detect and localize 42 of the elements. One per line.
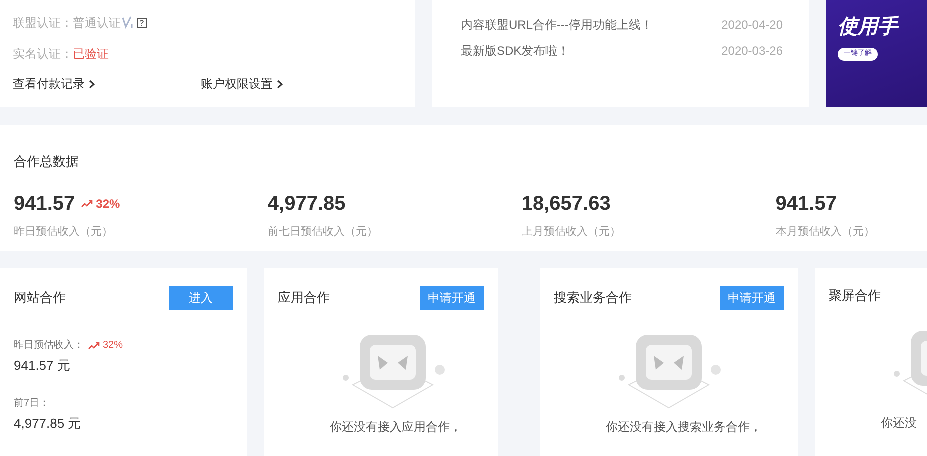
trend-text: 32%	[88, 338, 124, 353]
stat-label: 前七日预估收入（元）	[268, 224, 378, 240]
help-icon	[137, 18, 147, 28]
metric-label: 昨日预估收入：	[14, 338, 84, 353]
metric-value: 941.57 元	[14, 357, 70, 375]
trend-text: 32%	[81, 194, 120, 212]
stat-label: 本月预估收入（元）	[776, 224, 875, 240]
card-button[interactable]: 申请开通	[420, 286, 484, 310]
card-title: 网站合作	[14, 289, 66, 308]
row-label: 实名认证：	[13, 46, 73, 62]
stat-value: 18,657.63	[522, 192, 611, 216]
card-button[interactable]: 申请开通	[720, 286, 784, 310]
panel-title: 合作总数据	[14, 153, 79, 171]
card-title: 搜索业务合作	[554, 289, 632, 308]
metric-value: 4,977.85 元	[14, 414, 82, 432]
trend-up-icon	[88, 342, 100, 350]
card-button[interactable]: 进入	[169, 286, 233, 310]
news-date: 2020-03-26	[722, 43, 783, 60]
stat-value: 941.57	[776, 192, 837, 216]
empty-message: 你还没有接入搜索业务合作，	[606, 419, 762, 436]
banner-title: 使用手	[838, 15, 898, 40]
nav-link[interactable]: 查看付款记录	[13, 75, 201, 93]
card-title: 聚屏合作	[829, 287, 881, 305]
trend-up-icon	[81, 200, 94, 208]
news-date: 2020-04-20	[722, 17, 783, 34]
metric-label: 前7日：	[14, 396, 50, 410]
empty-message: 你还没	[881, 414, 917, 432]
chevron-right-icon	[89, 80, 95, 88]
stat-value: 941.57	[14, 192, 76, 216]
nav-link[interactable]: 账户权限设置	[201, 75, 389, 93]
stat-value: 4,977.85	[268, 192, 346, 216]
stat-label: 昨日预估收入（元）	[14, 224, 113, 240]
row-value: 普通认证	[73, 14, 121, 32]
card-title: 应用合作	[278, 289, 330, 308]
v-badge-icon	[122, 16, 134, 29]
empty-message: 你还没有接入应用合作，	[330, 419, 462, 436]
news-link[interactable]: 内容联盟URL合作---停用功能上线！	[461, 16, 653, 34]
chevron-right-icon	[277, 80, 283, 88]
news-link[interactable]: 最新版SDK发布啦！	[461, 42, 570, 60]
row-label: 联盟认证：	[13, 14, 73, 32]
stat-label: 上月预估收入（元）	[522, 224, 621, 240]
row-value: 已验证	[73, 46, 109, 62]
